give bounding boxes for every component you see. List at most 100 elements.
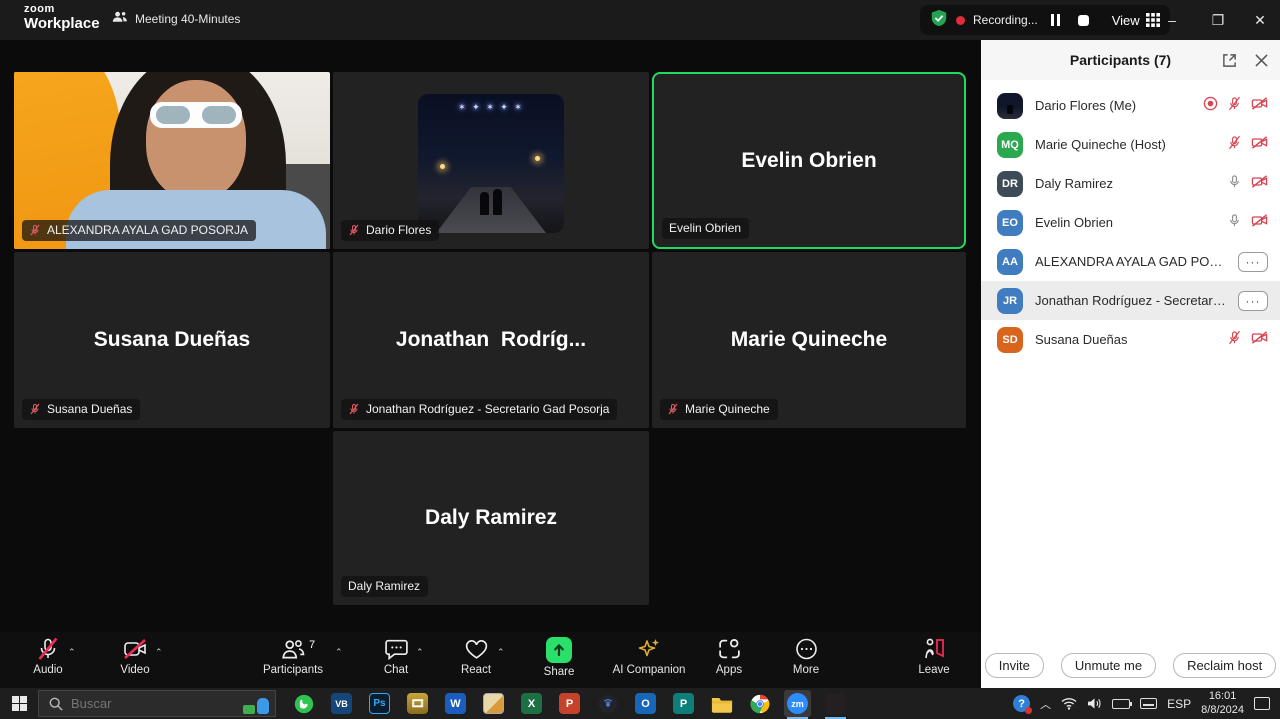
unmute-me-button[interactable]: Unmute me [1061,653,1156,678]
participant-name: Jonathan Rodríguez - Secretario Ga... [1035,293,1226,308]
meeting-people-icon [112,10,128,27]
video-tile-jonathan[interactable]: Jonathan Rodríg... Jonathan Rodríguez - … [333,252,649,428]
photos-icon[interactable] [480,690,507,717]
heart-icon [464,637,489,661]
meeting-tab[interactable]: Meeting 40-Minutes [112,10,240,27]
battery-icon[interactable] [1112,699,1130,709]
participant-row-jonathan[interactable]: JR Jonathan Rodríguez - Secretario Ga...… [981,281,1280,320]
more-label: More [793,664,819,676]
pause-recording-button[interactable] [1046,10,1066,30]
react-options-chevron[interactable]: ⌃ [497,647,505,658]
audio-button[interactable]: Audio ⌃ [6,637,90,676]
ai-companion-button[interactable]: AI Companion [603,637,695,676]
whatsapp-icon[interactable] [290,690,317,717]
mic-on-icon[interactable] [1227,174,1242,194]
camera-off-icon[interactable] [1251,174,1268,194]
participants-options-chevron[interactable]: ⌃ [335,647,343,658]
apps-button[interactable]: Apps [687,637,771,676]
video-tile-alexandra[interactable]: ALEXANDRA AYALA GAD POSORJA [14,72,330,249]
window-minimize-button[interactable]: – [1150,0,1194,40]
clock-date: 8/8/2024 [1201,704,1244,718]
react-button[interactable]: React ⌃ [434,637,518,676]
video-tile-daly[interactable]: Daly Ramirez Daly Ramirez [333,431,649,605]
visual-basic-icon[interactable]: VB [328,690,355,717]
participant-row-evelin[interactable]: EO Evelin Obrien [981,203,1280,242]
movie-maker-icon[interactable]: 🎞 [404,690,431,717]
word-icon[interactable]: W [442,690,469,717]
video-button[interactable]: Video ⌃ [93,637,177,676]
nameplate-text: Susana Dueñas [47,402,132,416]
close-panel-icon[interactable] [1248,47,1274,73]
titlebar: zoom Workplace Meeting 40-Minutes Record… [0,0,1280,40]
muted-mic-icon [348,224,360,236]
search-doodle-icon[interactable] [243,694,269,714]
chat-label: Chat [384,664,408,676]
more-button[interactable]: More [764,637,848,676]
excel-icon[interactable]: X [518,690,545,717]
file-explorer-icon[interactable] [708,690,735,717]
zoom-app-icon[interactable]: zm [784,690,811,717]
volume-icon[interactable] [1087,697,1102,710]
language-indicator[interactable]: ESP [1167,697,1191,711]
taskbar-search[interactable] [38,690,276,717]
window-close-button[interactable]: ✕ [1238,0,1280,40]
zoom-workplace-logo: zoom Workplace [24,4,100,31]
radio-app-icon[interactable] [594,690,621,717]
participant-row-marie[interactable]: MQ Marie Quineche (Host) [981,125,1280,164]
participant-row-daly[interactable]: DR Daly Ramirez [981,164,1280,203]
more-options-button[interactable]: ··· [1238,252,1268,272]
photoshop-icon[interactable]: Ps [366,690,393,717]
more-options-button[interactable]: ··· [1238,291,1268,311]
video-options-chevron[interactable]: ⌃ [155,647,163,658]
camera-off-icon[interactable] [1251,330,1268,350]
camera-off-icon[interactable] [1251,135,1268,155]
video-tile-marie[interactable]: Marie Quineche Marie Quineche [652,252,966,428]
popout-panel-icon[interactable] [1216,47,1242,73]
video-tile-susana[interactable]: Susana Dueñas Susana Dueñas [14,252,330,428]
camera-off-icon[interactable] [1251,213,1268,233]
reclaim-host-button[interactable]: Reclaim host [1173,653,1276,678]
video-tile-dario[interactable]: ✶ ✦ ✶ ✦ ✶ Dario Flores [333,72,649,249]
chat-button[interactable]: Chat ⌃ [354,637,438,676]
outlook-icon[interactable]: O [632,690,659,717]
meeting-tab-label: Meeting 40-Minutes [135,12,240,26]
search-icon [49,697,63,711]
muted-mic-icon [29,224,41,236]
chrome-icon[interactable] [746,690,773,717]
publisher-icon[interactable]: P [670,690,697,717]
recording-indicator-icon [1203,96,1218,116]
participant-name: Susana Dueñas [1035,332,1215,347]
react-label: React [461,664,491,676]
audio-options-chevron[interactable]: ⌃ [68,647,76,658]
mic-muted-icon[interactable] [1227,135,1242,155]
leave-button[interactable]: Leave [892,637,976,676]
window-maximize-button[interactable]: ❐ [1196,0,1240,40]
show-hidden-icons-chevron[interactable]: ︿ [1040,696,1051,712]
tile-center-name: Marie Quineche [731,328,887,352]
camera-off-icon[interactable] [1251,96,1268,116]
security-shield-icon[interactable] [930,9,948,32]
stop-recording-button[interactable] [1074,10,1094,30]
participant-row-susana[interactable]: SD Susana Dueñas [981,320,1280,359]
search-input[interactable] [71,696,235,711]
mic-on-icon[interactable] [1227,213,1242,233]
touch-keyboard-icon[interactable] [1140,698,1157,709]
help-notification-icon[interactable]: ? [1013,695,1030,712]
recording-pill: Recording... View [920,5,1170,35]
action-center-icon[interactable] [1254,697,1270,710]
invite-button[interactable]: Invite [985,653,1044,678]
background-app-icon[interactable] [822,690,849,717]
wifi-icon[interactable] [1061,697,1077,710]
camera-off-icon [122,637,148,661]
participants-button[interactable]: 7 Participants ⌃ [251,637,335,676]
chat-options-chevron[interactable]: ⌃ [416,647,424,658]
start-button[interactable] [0,688,38,719]
taskbar-clock[interactable]: 16:01 8/8/2024 [1201,690,1244,718]
participant-row-dario[interactable]: Dario Flores (Me) [981,86,1280,125]
mic-muted-icon[interactable] [1227,96,1242,116]
share-button[interactable]: Share [517,637,601,678]
participant-row-alexandra[interactable]: AA ALEXANDRA AYALA GAD POSORJA ··· [981,242,1280,281]
powerpoint-icon[interactable]: P [556,690,583,717]
mic-muted-icon[interactable] [1227,330,1242,350]
video-tile-evelin[interactable]: Evelin Obrien Evelin Obrien [652,72,966,249]
